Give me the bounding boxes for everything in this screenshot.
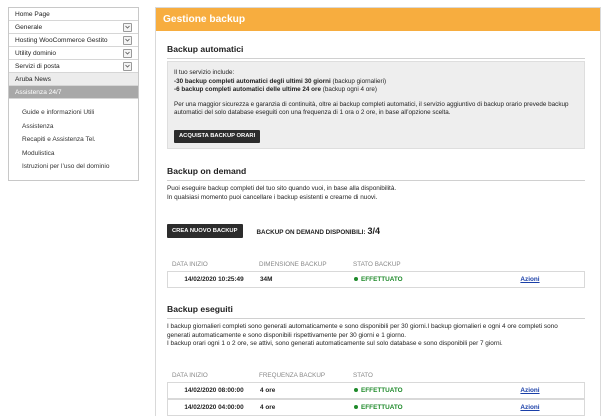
sidebar-item-label: Generale	[15, 23, 43, 31]
section-title-auto: Backup automatici	[167, 44, 244, 54]
chevron-down-icon[interactable]	[123, 61, 132, 71]
chevron-down-icon[interactable]	[123, 22, 132, 32]
column-header: STATO	[353, 372, 373, 379]
section-title-ondemand: Backup on demand	[167, 166, 247, 176]
table-row: 14/02/2020 10:25:49 34M EFFETTUATO Azion…	[167, 271, 585, 288]
available-backups: BACKUP ON DEMAND DISPONIBILI: 3/4	[256, 226, 381, 236]
column-header: STATO BACKUP	[353, 261, 401, 268]
sidebar: Home Page Generale Hosting WooCommerce G…	[8, 7, 139, 181]
status-badge: EFFETTUATO	[354, 276, 476, 283]
ondemand-description: Puoi eseguire backup completi del tuo si…	[167, 185, 397, 201]
status-dot-icon	[354, 405, 358, 410]
chevron-down-icon[interactable]	[123, 48, 132, 58]
status-badge: EFFETTUATO	[354, 404, 476, 411]
done-table-header: DATA INIZIO FREQUENZA BACKUP STATO	[167, 372, 585, 379]
available-count: 3/4	[367, 226, 381, 236]
sidebar-subnav: Guide e informazioni Utili Assistenza Re…	[9, 99, 138, 180]
status-dot-icon	[354, 277, 358, 282]
status-dot-icon	[354, 388, 358, 393]
sidebar-item-generale[interactable]: Generale	[9, 21, 138, 34]
sidebar-item-label: Utility dominio	[15, 49, 57, 57]
subnav-item-modulistica[interactable]: Modulistica	[9, 147, 138, 161]
section-title-done: Backup eseguiti	[167, 304, 233, 314]
divider	[167, 318, 585, 319]
page-title: Gestione backup	[156, 8, 600, 31]
table-row: 14/02/2020 04:00:00 4 ore EFFETTUATO Azi…	[167, 399, 585, 416]
main-panel: Gestione backup Backup automatici Il tuo…	[155, 7, 601, 416]
actions-link[interactable]: Azioni	[520, 387, 539, 394]
ondemand-table-header: DATA INIZIO DIMENSIONE BACKUP STATO BACK…	[167, 261, 585, 268]
subnav-item-istruzioni[interactable]: Istruzioni per l’uso del dominio	[9, 160, 138, 174]
sidebar-item-label: Hosting WooCommerce Gestito	[15, 36, 108, 44]
sidebar-item-label: Home Page	[15, 10, 50, 18]
column-header: DATA INIZIO	[172, 372, 208, 379]
sidebar-item-home[interactable]: Home Page	[9, 8, 138, 21]
buy-hourly-backup-button[interactable]: ACQUISTA BACKUP ORARI	[174, 130, 261, 143]
ondemand-actions: CREA NUOVO BACKUP BACKUP ON DEMAND DISPO…	[167, 224, 380, 238]
actions-link[interactable]: Azioni	[520, 276, 539, 283]
sidebar-item-label: Aruba News	[15, 75, 51, 83]
chevron-down-icon[interactable]	[123, 35, 132, 45]
auto-intro: Il tuo servizio include:	[174, 69, 235, 76]
sidebar-item-hosting[interactable]: Hosting WooCommerce Gestito	[9, 34, 138, 47]
auto-line-1: -30 backup completi automatici degli ult…	[174, 77, 387, 85]
auto-description: Per una maggior sicurezza e garanzia di …	[174, 100, 569, 117]
done-description: I backup giornalieri completi sono gener…	[167, 323, 558, 348]
divider	[167, 58, 585, 59]
subnav-item-recapiti[interactable]: Recapiti e Assistenza Tel.	[9, 133, 138, 147]
auto-line-2: -6 backup completi automatici delle ulti…	[174, 86, 377, 94]
subnav-item-guide[interactable]: Guide e informazioni Utili	[9, 106, 138, 120]
status-badge: EFFETTUATO	[354, 387, 476, 394]
sidebar-item-assistenza[interactable]: Assistenza 24/7	[9, 86, 138, 99]
subnav-item-assistenza[interactable]: Assistenza	[9, 120, 138, 134]
divider	[167, 180, 585, 181]
sidebar-item-utility[interactable]: Utility dominio	[9, 47, 138, 60]
sidebar-item-posta[interactable]: Servizi di posta	[9, 60, 138, 73]
actions-link[interactable]: Azioni	[520, 404, 539, 411]
table-row: 14/02/2020 08:00:00 4 ore EFFETTUATO Azi…	[167, 382, 585, 399]
sidebar-item-news[interactable]: Aruba News	[9, 73, 138, 86]
auto-info-box: Il tuo servizio include: -30 backup comp…	[167, 61, 585, 149]
sidebar-item-label: Servizi di posta	[15, 62, 60, 70]
column-header: DATA INIZIO	[172, 261, 208, 268]
create-backup-button[interactable]: CREA NUOVO BACKUP	[167, 224, 243, 238]
sidebar-item-label: Assistenza 24/7	[15, 88, 62, 96]
column-header: DIMENSIONE BACKUP	[259, 261, 327, 268]
column-header: FREQUENZA BACKUP	[259, 372, 326, 379]
